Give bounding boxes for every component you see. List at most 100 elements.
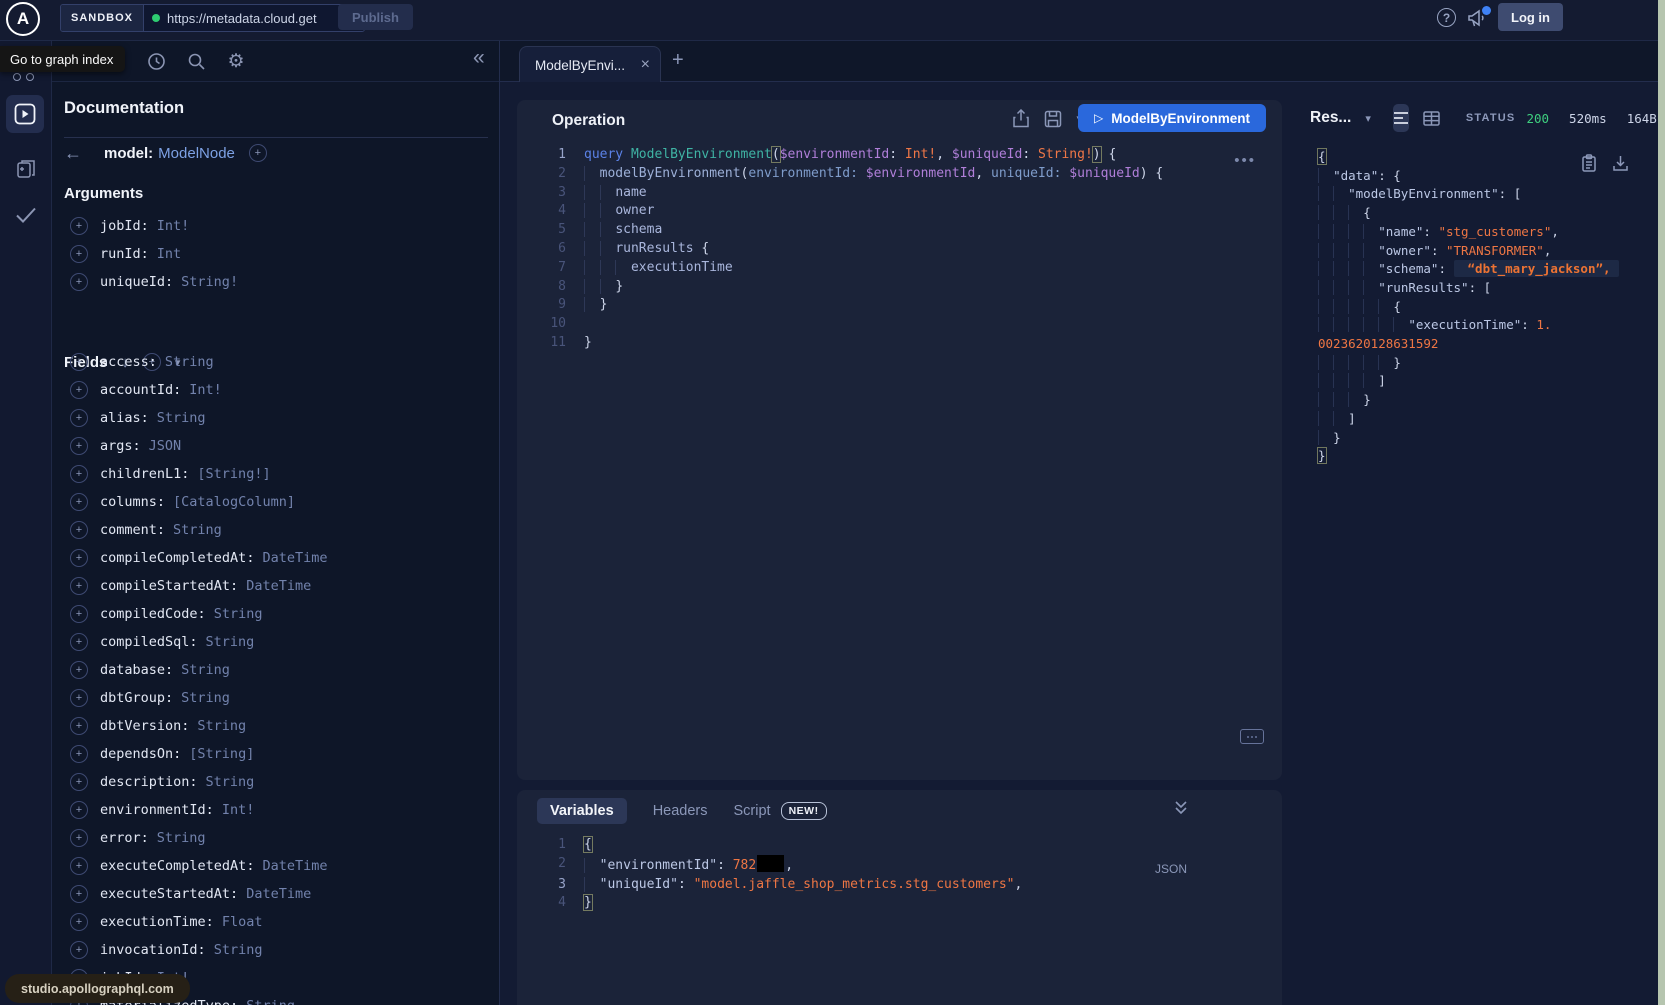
divider: [64, 137, 488, 138]
json-view-toggle[interactable]: [1393, 104, 1409, 132]
add-field-button[interactable]: [70, 829, 88, 847]
new-tab-button[interactable]: +: [672, 49, 684, 72]
variables-editor[interactable]: 1{2 "environmentId": 782,3 "uniqueId": "…: [525, 836, 1022, 913]
add-argument-button[interactable]: [70, 273, 88, 291]
field-row: description:String: [52, 768, 500, 796]
nav-checklist[interactable]: [14, 203, 38, 227]
variables-panel: Variables Headers Script NEW! JSON 1{2 "…: [517, 790, 1282, 1005]
add-field-button[interactable]: [70, 717, 88, 735]
add-field-button[interactable]: [70, 577, 88, 595]
add-all-fields-button[interactable]: [249, 144, 267, 162]
login-button[interactable]: Log in: [1498, 3, 1563, 31]
operation-actions: ▾: [1012, 109, 1082, 128]
field-row: dbtVersion:String: [52, 712, 500, 740]
response-json-viewer[interactable]: { "data": { "modelByEnvironment": [ { "n…: [1318, 148, 1619, 466]
run-button-label: ModelByEnvironment: [1111, 111, 1250, 126]
connection-status-dot: [152, 14, 160, 22]
tab-title: ModelByEnvi...: [535, 58, 635, 73]
graph-index-icon[interactable]: [13, 73, 34, 81]
history-icon[interactable]: [144, 49, 168, 73]
tab-close-icon[interactable]: ×: [641, 56, 650, 74]
add-field-button[interactable]: [70, 493, 88, 511]
explorer-play-icon: [14, 103, 36, 125]
add-field-button[interactable]: [70, 773, 88, 791]
add-field-button[interactable]: [70, 941, 88, 959]
keyboard-shortcuts-icon[interactable]: [1240, 729, 1264, 744]
publish-button[interactable]: Publish: [338, 4, 413, 30]
save-icon[interactable]: [1044, 110, 1062, 128]
apollo-studio-app: A SANDBOX https://metadata.cloud.get ⚙ P…: [0, 0, 1665, 1005]
add-argument-button[interactable]: [70, 217, 88, 235]
left-nav-rail: [0, 41, 52, 1005]
help-icon[interactable]: ?: [1437, 8, 1456, 27]
status-code: 200: [1526, 111, 1549, 126]
field-row: columns:[CatalogColumn]: [52, 488, 500, 516]
tab-headers[interactable]: Headers: [653, 803, 708, 819]
apollo-logo[interactable]: A: [6, 2, 40, 36]
collapse-panel-icon[interactable]: [1174, 800, 1188, 816]
sandbox-badge: SANDBOX: [61, 5, 144, 31]
field-row: comment:String: [52, 516, 500, 544]
add-field-button[interactable]: [70, 801, 88, 819]
collapse-sidebar-icon[interactable]: «: [473, 46, 485, 70]
add-field-button[interactable]: [70, 857, 88, 875]
editor-overflow-menu-icon[interactable]: •••: [1234, 152, 1256, 169]
response-dropdown-chevron-icon[interactable]: ▾: [1365, 112, 1371, 125]
add-argument-button[interactable]: [70, 245, 88, 263]
documentation-panel: ⚙ « Documentation ← model: ModelNode Arg…: [52, 41, 500, 1005]
schema-docs-icon: [15, 158, 37, 180]
table-view-toggle[interactable]: [1423, 104, 1440, 132]
field-row: error:String: [52, 824, 500, 852]
add-field-button[interactable]: [70, 913, 88, 931]
status-label: STATUS: [1466, 112, 1516, 124]
arguments-heading: Arguments: [64, 185, 143, 202]
field-row: database:String: [52, 656, 500, 684]
add-field-button[interactable]: [70, 353, 88, 371]
arguments-list: jobId:Int! runId:Int uniqueId:String!: [52, 212, 500, 296]
add-field-button[interactable]: [70, 381, 88, 399]
add-field-button[interactable]: [70, 465, 88, 483]
settings-gear-icon[interactable]: ⚙: [224, 49, 248, 73]
announcements-icon[interactable]: [1466, 8, 1490, 30]
field-row: compileStartedAt:DateTime: [52, 572, 500, 600]
operation-editor[interactable]: 1query ModelByEnvironment($environmentId…: [525, 146, 1163, 353]
breadcrumb: ← model: ModelNode: [64, 141, 267, 165]
nav-explorer-active[interactable]: [6, 95, 44, 133]
run-operation-button[interactable]: ▷ ModelByEnvironment: [1078, 104, 1266, 132]
add-field-button[interactable]: [70, 521, 88, 539]
back-arrow-icon[interactable]: ←: [64, 143, 82, 164]
field-row: compiledSql:String: [52, 628, 500, 656]
field-row: dbtGroup:String: [52, 684, 500, 712]
add-field-button[interactable]: [70, 689, 88, 707]
field-row: compiledCode:String: [52, 600, 500, 628]
desktop-edge-strip: [1658, 0, 1665, 1005]
field-row: executeStartedAt:DateTime: [52, 880, 500, 908]
tab-script[interactable]: Script: [734, 803, 771, 819]
add-field-button[interactable]: [70, 885, 88, 903]
response-title[interactable]: Res...: [1310, 109, 1351, 127]
breadcrumb-type[interactable]: ModelNode: [158, 145, 235, 162]
argument-row: jobId:Int!: [52, 212, 500, 240]
breadcrumb-field: model:: [104, 145, 153, 162]
go-to-graph-index-tooltip: Go to graph index: [0, 46, 125, 72]
documentation-title: Documentation: [64, 99, 184, 118]
notification-dot: [1482, 6, 1491, 15]
add-field-button[interactable]: [70, 605, 88, 623]
search-icon[interactable]: [184, 49, 208, 73]
add-field-button[interactable]: [70, 437, 88, 455]
share-icon[interactable]: [1012, 109, 1030, 128]
field-row: compileCompletedAt:DateTime: [52, 544, 500, 572]
field-row: executionTime:Float: [52, 908, 500, 936]
add-field-button[interactable]: [70, 661, 88, 679]
add-field-button[interactable]: [70, 633, 88, 651]
add-field-button[interactable]: [70, 549, 88, 567]
nav-schema[interactable]: [14, 157, 38, 181]
endpoint-url-input[interactable]: https://metadata.cloud.get ⚙: [144, 5, 364, 31]
field-row: args:JSON: [52, 432, 500, 460]
argument-row: uniqueId:String!: [52, 268, 500, 296]
tab-variables[interactable]: Variables: [537, 798, 627, 824]
checkmark-icon: [14, 205, 38, 225]
tab-modelbyenvironment[interactable]: ModelByEnvi... ×: [519, 46, 661, 83]
add-field-button[interactable]: [70, 409, 88, 427]
add-field-button[interactable]: [70, 745, 88, 763]
